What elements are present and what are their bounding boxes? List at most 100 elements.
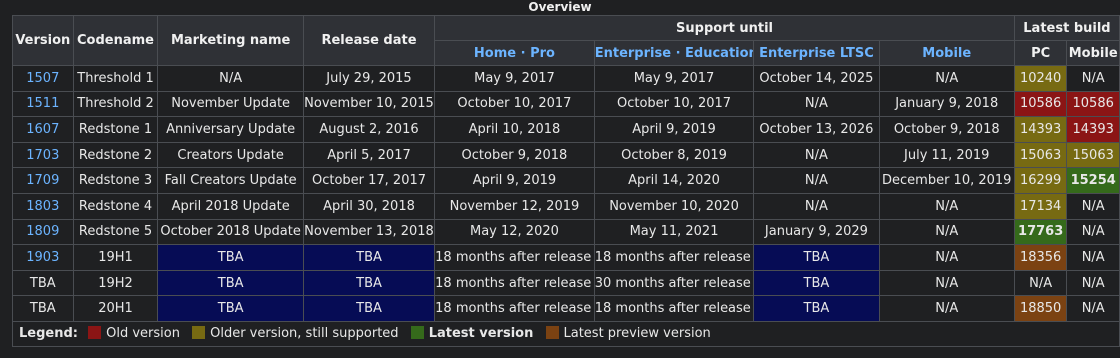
marketing-name-cell: TBA: [157, 295, 304, 322]
codename-cell: Threshold 2: [72, 90, 159, 118]
home-pro-cell: 18 months after release date: [434, 295, 595, 322]
release-date-cell: November 13, 2018: [302, 218, 436, 246]
pc-build-cell: 10586: [1013, 90, 1068, 118]
mobile-build-cell: N/A: [1066, 65, 1120, 92]
home-pro-cell: October 9, 2018: [434, 141, 595, 169]
marketing-name-cell: Anniversary Update: [157, 116, 304, 143]
table-row: 1507 Threshold 1 N/A July 29, 2015 May 9…: [12, 65, 1120, 92]
release-date-cell: October 17, 2017: [302, 167, 436, 194]
version-link[interactable]: 1703: [12, 141, 74, 169]
enterprise-education-cell: April 9, 2019: [593, 116, 755, 143]
codename-cell: Redstone 1: [72, 116, 159, 143]
enterprise-ltsc-cell: October 13, 2026: [753, 116, 880, 143]
codename-cell: 19H1: [72, 244, 159, 271]
header-pc: PC: [1013, 40, 1068, 66]
mobile-support-cell: January 9, 2018: [878, 90, 1015, 118]
mobile-support-cell: December 10, 2019: [878, 167, 1015, 194]
release-date-cell: TBA: [302, 269, 436, 297]
mobile-support-cell: N/A: [878, 295, 1015, 322]
pc-build-cell: 17134: [1013, 192, 1068, 220]
marketing-name-cell: N/A: [157, 65, 304, 92]
header-enterprise-education-link[interactable]: Enterprise · Education: [593, 40, 755, 66]
home-pro-cell: 18 months after release date: [434, 269, 595, 297]
home-pro-cell: April 10, 2018: [434, 116, 595, 143]
header-latest-build: Latest build: [1013, 15, 1120, 41]
marketing-name-cell: April 2018 Update: [157, 192, 304, 220]
release-date-cell: July 29, 2015: [302, 65, 436, 92]
enterprise-education-cell: April 14, 2020: [593, 167, 755, 194]
version-link[interactable]: 1607: [12, 116, 74, 143]
header-codename: Codename: [72, 15, 159, 66]
mobile-support-cell: N/A: [878, 192, 1015, 220]
mobile-build-cell: N/A: [1066, 269, 1120, 297]
version-link[interactable]: 1903: [12, 244, 74, 271]
header-version: Version: [12, 15, 74, 66]
pc-build-cell: 14393: [1013, 116, 1068, 143]
table-row: 1511 Threshold 2 November Update Novembe…: [12, 90, 1120, 118]
enterprise-ltsc-cell: TBA: [753, 295, 880, 322]
release-date-cell: TBA: [302, 295, 436, 322]
mobile-build-cell: 10586: [1066, 90, 1120, 118]
pc-build-cell: 18356: [1013, 244, 1068, 271]
enterprise-education-cell: 30 months after release date: [593, 269, 755, 297]
older-version-swatch: [192, 326, 206, 340]
enterprise-education-cell: 18 months after release date: [593, 295, 755, 322]
pc-build-cell: 10240: [1013, 65, 1068, 92]
header-mobile-build: Mobile: [1066, 40, 1120, 66]
legend: Legend: Old version Older version, still…: [12, 320, 1120, 347]
marketing-name-cell: TBA: [157, 244, 304, 271]
enterprise-education-cell: November 10, 2020: [593, 192, 755, 220]
latest-version-swatch: [410, 326, 424, 340]
preview-version-swatch: [545, 326, 559, 340]
enterprise-education-cell: May 9, 2017: [593, 65, 755, 92]
home-pro-cell: October 10, 2017: [434, 90, 595, 118]
version-link[interactable]: 1809: [12, 218, 74, 246]
enterprise-ltsc-cell: N/A: [753, 141, 880, 169]
table-row: TBA 19H2 TBA TBA 18 months after release…: [12, 269, 1120, 297]
home-pro-cell: November 12, 2019: [434, 192, 595, 220]
old-version-swatch: [88, 326, 102, 340]
enterprise-ltsc-cell: October 14, 2025: [753, 65, 880, 92]
marketing-name-cell: Fall Creators Update: [157, 167, 304, 194]
home-pro-cell: April 9, 2019: [434, 167, 595, 194]
enterprise-education-cell: October 8, 2019: [593, 141, 755, 169]
marketing-name-cell: TBA: [157, 269, 304, 297]
header-home-pro-link[interactable]: Home · Pro: [434, 40, 595, 66]
codename-cell: Redstone 2: [72, 141, 159, 169]
version-link[interactable]: 1507: [12, 65, 74, 92]
legend-title: Legend:: [19, 326, 78, 342]
table-row: 1803 Redstone 4 April 2018 Update April …: [12, 192, 1120, 220]
version-link[interactable]: 1511: [12, 90, 74, 118]
enterprise-ltsc-cell: N/A: [753, 192, 880, 220]
header-mobile-link[interactable]: Mobile: [878, 40, 1015, 66]
legend-preview: Latest preview version: [563, 326, 711, 342]
release-date-cell: TBA: [302, 244, 436, 271]
codename-cell: Redstone 3: [72, 167, 159, 194]
pc-build-cell: N/A: [1013, 269, 1068, 297]
mobile-support-cell: October 9, 2018: [878, 116, 1015, 143]
mobile-build-cell: N/A: [1066, 244, 1120, 271]
pc-build-cell: 17763: [1013, 218, 1068, 246]
version-link[interactable]: 1803: [12, 192, 74, 220]
legend-older: Older version, still supported: [210, 326, 399, 342]
mobile-support-cell: N/A: [878, 269, 1015, 297]
pc-build-cell: 15063: [1013, 141, 1068, 169]
header-support-until: Support until: [434, 15, 1015, 41]
mobile-support-cell: N/A: [878, 65, 1015, 92]
version-link[interactable]: 1709: [12, 167, 74, 194]
table-row: 1703 Redstone 2 Creators Update April 5,…: [12, 141, 1120, 169]
table-row: 1809 Redstone 5 October 2018 Update Nove…: [12, 218, 1120, 246]
mobile-build-cell: N/A: [1066, 295, 1120, 322]
mobile-support-cell: N/A: [878, 244, 1015, 271]
home-pro-cell: May 12, 2020: [434, 218, 595, 246]
enterprise-ltsc-cell: N/A: [753, 90, 880, 118]
table-caption: Overview: [528, 0, 592, 14]
marketing-name-cell: October 2018 Update: [157, 218, 304, 246]
home-pro-cell: May 9, 2017: [434, 65, 595, 92]
enterprise-education-cell: October 10, 2017: [593, 90, 755, 118]
header-enterprise-ltsc-link[interactable]: Enterprise LTSC: [753, 40, 880, 66]
legend-old: Old version: [106, 326, 180, 342]
enterprise-ltsc-cell: TBA: [753, 244, 880, 271]
mobile-build-cell: N/A: [1066, 192, 1120, 220]
home-pro-cell: 18 months after release date: [434, 244, 595, 271]
